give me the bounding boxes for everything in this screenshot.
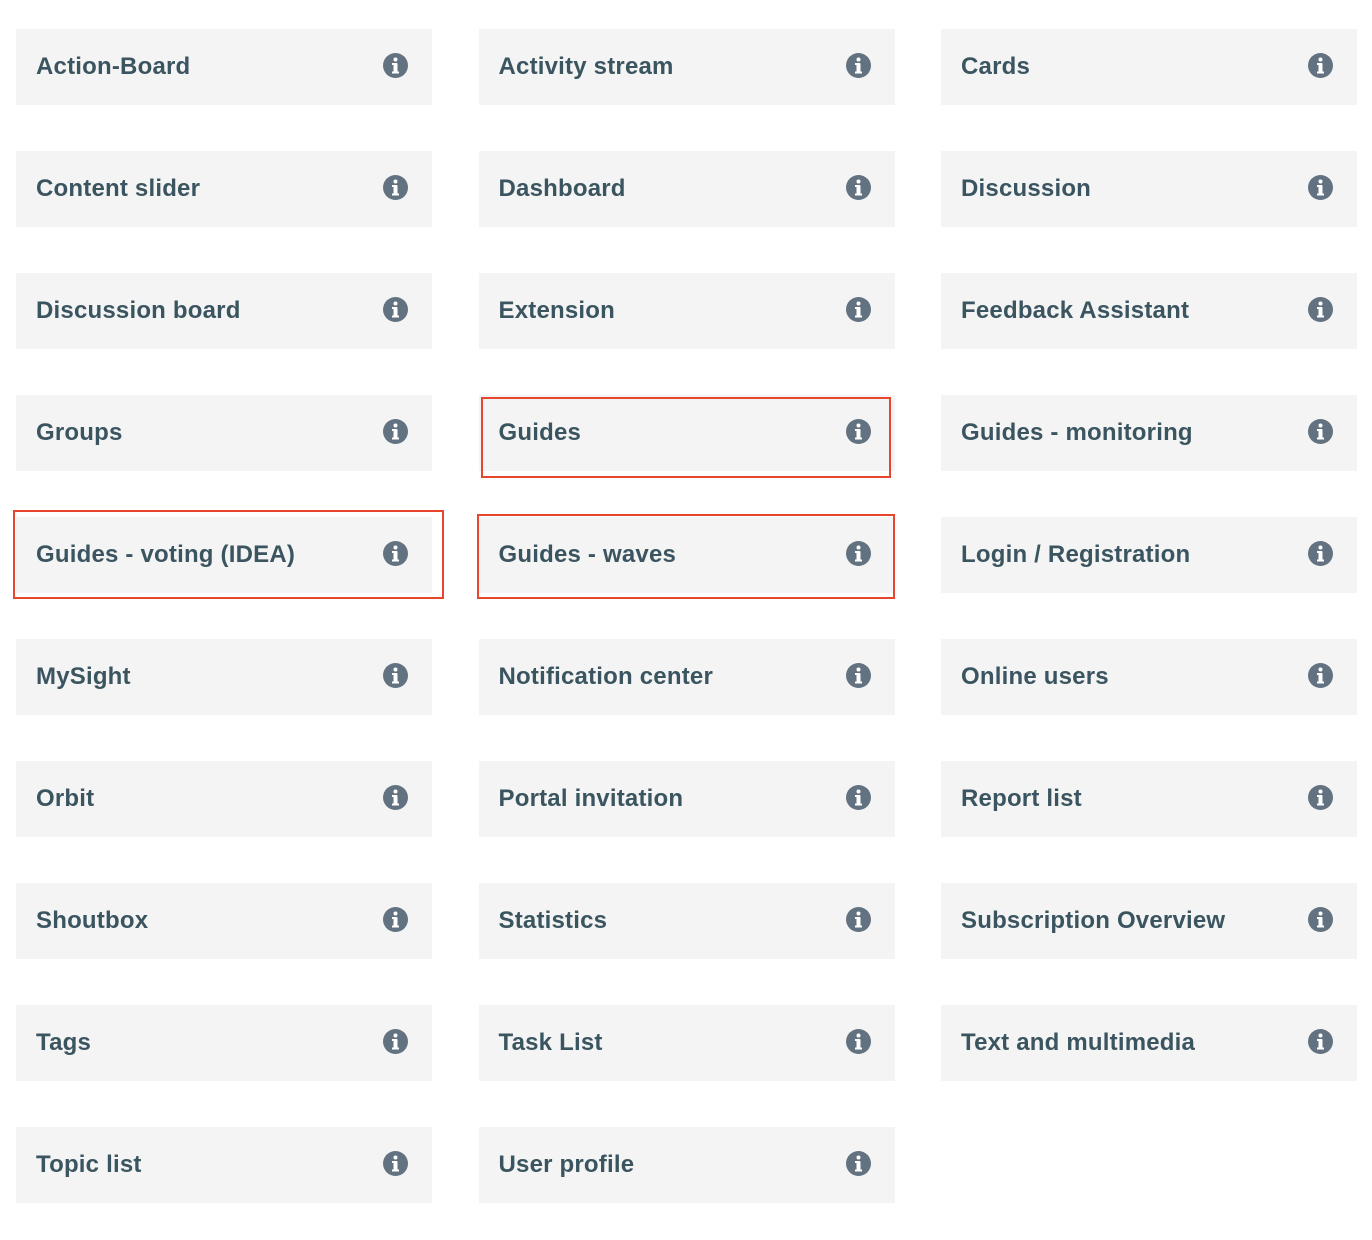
info-icon[interactable] [383,541,408,566]
module-tile-statistics[interactable]: Statistics [478,883,895,959]
module-label: Statistics [498,907,608,934]
module-label: Extension [498,297,615,324]
module-tile-shoutbox[interactable]: Shoutbox [16,883,432,959]
info-icon[interactable] [845,785,871,810]
module-label: Discussion [961,175,1092,202]
module-tile-guides-waves[interactable]: Guides - waves [478,517,895,593]
info-icon[interactable] [1308,541,1333,566]
info-icon[interactable] [383,1151,408,1176]
module-label: Feedback Assistant [961,297,1190,324]
info-icon[interactable] [845,297,871,322]
module-label: Guides [498,419,582,446]
module-tile-text-and-multimedia[interactable]: Text and multimedia [941,1005,1357,1081]
module-label: Subscription Overview [961,907,1226,934]
module-tile-cards[interactable]: Cards [941,29,1357,105]
module-label: Notification center [498,663,713,690]
info-icon[interactable] [1308,785,1333,810]
module-tile-notification-center[interactable]: Notification center [478,639,895,715]
info-icon[interactable] [383,1029,408,1054]
module-label: Cards [961,53,1031,80]
module-label: Groups [36,419,123,446]
module-label: Portal invitation [498,785,684,812]
info-icon[interactable] [845,541,871,566]
module-tile-extension[interactable]: Extension [478,273,895,349]
module-tile-guides-voting-idea[interactable]: Guides - voting (IDEA) [16,517,432,593]
module-tile-login-registration[interactable]: Login / Registration [941,517,1357,593]
info-icon[interactable] [1308,419,1333,444]
info-icon[interactable] [845,419,871,444]
module-tile-groups[interactable]: Groups [16,395,432,471]
module-label: Guides - waves [498,541,677,568]
info-icon[interactable] [1308,297,1333,322]
module-label: Activity stream [498,53,674,80]
module-tile-activity-stream[interactable]: Activity stream [478,29,895,105]
module-tile-orbit[interactable]: Orbit [16,761,432,837]
info-icon[interactable] [845,175,871,200]
info-icon[interactable] [845,1151,871,1176]
module-grid: Action-Board Activity stream Cards Conte… [16,29,1357,1203]
module-tile-tags[interactable]: Tags [16,1005,432,1081]
module-tile-guides[interactable]: Guides [478,395,895,471]
module-label: Action-Board [36,53,191,80]
module-tile-user-profile[interactable]: User profile [478,1127,895,1203]
info-icon[interactable] [845,663,871,688]
module-label: Topic list [36,1151,142,1178]
module-tile-action-board[interactable]: Action-Board [16,29,432,105]
info-icon[interactable] [1308,175,1333,200]
module-tile-task-list[interactable]: Task List [478,1005,895,1081]
info-icon[interactable] [1308,1029,1333,1054]
module-label: Dashboard [498,175,626,202]
module-tile-online-users[interactable]: Online users [941,639,1357,715]
module-label: MySight [36,663,131,690]
module-tile-portal-invitation[interactable]: Portal invitation [478,761,895,837]
module-tile-discussion-board[interactable]: Discussion board [16,273,432,349]
module-tile-feedback-assistant[interactable]: Feedback Assistant [941,273,1357,349]
module-label: Tags [36,1029,92,1056]
module-label: Guides - monitoring [961,419,1193,446]
module-tile-report-list[interactable]: Report list [941,761,1357,837]
module-label: Login / Registration [961,541,1191,568]
module-label: Online users [961,663,1109,690]
info-icon[interactable] [383,907,408,932]
info-icon[interactable] [1308,53,1333,78]
module-tile-guides-monitoring[interactable]: Guides - monitoring [941,395,1357,471]
info-icon[interactable] [383,53,408,78]
info-icon[interactable] [845,907,871,932]
module-label: Guides - voting (IDEA) [36,541,296,568]
module-tile-content-slider[interactable]: Content slider [16,151,432,227]
info-icon[interactable] [383,663,408,688]
module-label: Shoutbox [36,907,149,934]
module-tile-subscription-overview[interactable]: Subscription Overview [941,883,1357,959]
module-label: Text and multimedia [961,1029,1196,1056]
module-label: Task List [498,1029,603,1056]
info-icon[interactable] [845,53,871,78]
module-tile-dashboard[interactable]: Dashboard [478,151,895,227]
module-tile-mysight[interactable]: MySight [16,639,432,715]
module-tile-discussion[interactable]: Discussion [941,151,1357,227]
module-label: Discussion board [36,297,241,324]
info-icon[interactable] [845,1029,871,1054]
module-label: User profile [498,1151,635,1178]
module-label: Content slider [36,175,201,202]
info-icon[interactable] [383,297,408,322]
module-tile-topic-list[interactable]: Topic list [16,1127,432,1203]
info-icon[interactable] [383,785,408,810]
module-label: Orbit [36,785,95,812]
module-label: Report list [961,785,1082,812]
info-icon[interactable] [1308,663,1333,688]
info-icon[interactable] [1308,907,1333,932]
info-icon[interactable] [383,419,408,444]
info-icon[interactable] [383,175,408,200]
